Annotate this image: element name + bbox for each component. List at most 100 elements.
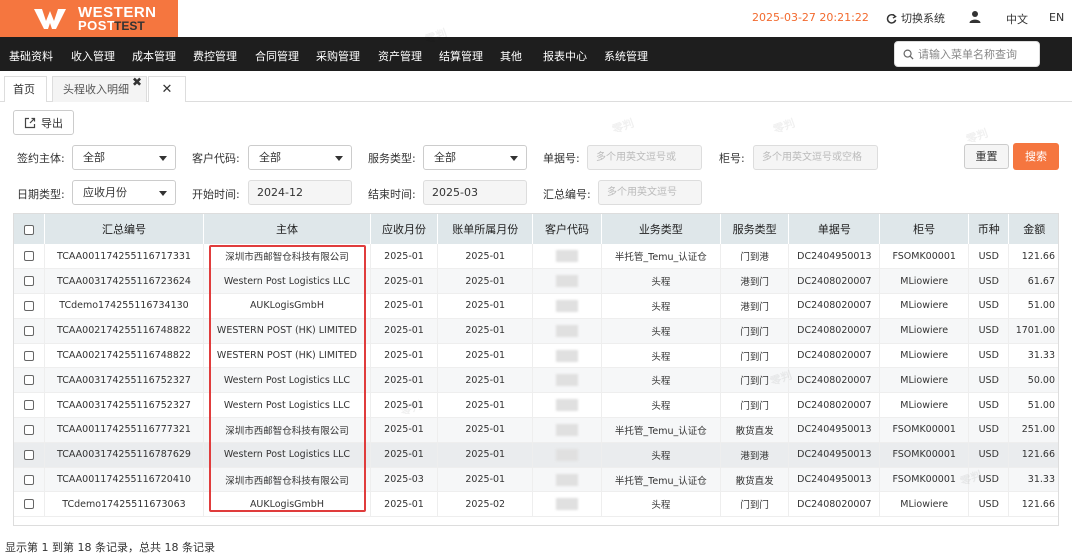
select-all-cell[interactable] [14,214,45,244]
summary-no-label: 汇总编号: [543,188,591,201]
row-checkbox-cell[interactable] [14,268,45,295]
table-row[interactable]: TCdemo17425511673063 AUKLogisGmbH 2025-01 2… [14,491,1058,518]
nav-item-basic-data[interactable]: 基础资料 [9,48,53,64]
row-checkbox-cell[interactable] [14,343,45,369]
table-row[interactable]: TCAA003174255116723624 Western Post Logis… [14,268,1058,295]
col-subject[interactable]: 主体 [203,214,371,244]
col-business-type[interactable]: 业务类型 [601,214,721,244]
nav-item-settlement[interactable]: 结算管理 [439,48,483,64]
row-checkbox[interactable] [23,499,34,510]
container-input[interactable]: 多个用英文逗号或空格 [753,145,878,170]
select-all-checkbox[interactable] [23,224,34,235]
row-checkbox[interactable] [23,300,34,311]
cell-container-no: FSOMK00001 [879,442,970,468]
table-row[interactable]: TCAA002174255116748822 WESTERN POST (HK) … [14,343,1058,369]
tab-first-leg-income[interactable]: 头程收入明细 ✖ [52,75,147,102]
menu-search-input[interactable] [918,47,1038,61]
row-checkbox-cell[interactable] [14,293,45,319]
col-container-no[interactable]: 柜号 [879,214,970,244]
date-type-label: 日期类型: [17,188,65,201]
summary-no-input[interactable]: 多个用英文逗号 [598,180,702,205]
row-checkbox-cell[interactable] [14,392,45,419]
row-checkbox[interactable] [23,276,34,287]
nav-item-income[interactable]: 收入管理 [71,48,115,64]
cell-business-type: 半托管_Temu_认证仓 [601,417,721,443]
nav-item-cost[interactable]: 成本管理 [132,48,176,64]
nav-item-reports[interactable]: 报表中心 [543,48,587,64]
col-summary-no[interactable]: 汇总编号 [44,214,205,244]
col-doc-no[interactable]: 单据号 [788,214,881,244]
table-row[interactable]: TCAA001174255116717331 深圳市西邮智仓科技有限公司 2025-… [14,244,1058,270]
col-service-type[interactable]: 服务类型 [720,214,790,244]
row-checkbox[interactable] [23,350,34,361]
row-checkbox-cell[interactable] [14,442,45,468]
reset-button[interactable]: 重置 [964,144,1009,169]
date-type-select[interactable]: 应收月份 [72,180,176,205]
row-checkbox[interactable] [23,325,34,336]
row-checkbox-cell[interactable] [14,244,45,270]
col-amount[interactable]: 金额 [1008,214,1058,244]
row-checkbox[interactable] [23,400,34,411]
table-row[interactable]: TCAA003174255116752327 Western Post Logis… [14,367,1058,394]
end-time-input[interactable]: 2025-03 [423,180,527,205]
nav-item-assets[interactable]: 资产管理 [378,48,422,64]
row-checkbox-cell[interactable] [14,367,45,394]
row-checkbox[interactable] [23,474,34,485]
doc-no-input[interactable]: 多个用英文逗号或 [587,145,702,170]
menu-search-box[interactable] [894,41,1040,67]
nav-item-other[interactable]: 其他 [500,48,522,64]
row-checkbox[interactable] [23,449,34,460]
row-checkbox[interactable] [23,251,34,262]
start-time-input[interactable]: 2024-12 [248,180,352,205]
search-button[interactable]: 搜索 [1013,143,1059,170]
row-checkbox[interactable] [23,375,34,386]
cell-doc-no: DC2404950013 [788,417,881,443]
table-row[interactable]: TCAA003174255116787629 Western Post Logis… [14,442,1058,468]
close-all-tabs-button[interactable]: ✕ [148,76,186,102]
date-type-value: 应收月份 [83,186,127,199]
col-currency[interactable]: 币种 [968,214,1010,244]
cell-service-type: 门到门 [720,367,790,394]
col-bill-month[interactable]: 账单所属月份 [437,214,534,244]
cell-bill-month: 2025-01 [437,392,534,419]
nav-item-purchase[interactable]: 采购管理 [316,48,360,64]
col-receivable-month[interactable]: 应收月份 [370,214,439,244]
switch-system-button[interactable]: 切换系统 [886,10,945,26]
row-checkbox-cell[interactable] [14,417,45,443]
customer-code-select[interactable]: 全部 [248,145,352,170]
table-row[interactable]: TCAA001174255116777321 深圳市西邮智仓科技有限公司 2025-… [14,417,1058,443]
cell-customer-code [532,467,602,493]
cell-summary-no: TCAA003174255116723624 [44,268,205,295]
sign-subject-select[interactable]: 全部 [72,145,176,170]
row-checkbox-cell[interactable] [14,467,45,493]
col-customer-code[interactable]: 客户代码 [532,214,602,244]
cell-currency: USD [968,268,1010,295]
tab-close-icon[interactable]: ✖ [132,69,142,95]
row-checkbox[interactable] [23,424,34,435]
user-icon[interactable] [968,10,982,24]
table-header-row: 汇总编号 主体 应收月份 账单所属月份 客户代码 业务类型 服务类型 单据号 柜… [14,214,1058,244]
service-type-label: 服务类型: [368,152,416,165]
table-row[interactable]: TCAA001174255116720410 深圳市西邮智仓科技有限公司 2025-… [14,467,1058,493]
cell-subject: AUKLogisGmbH [203,491,371,518]
nav-item-contract[interactable]: 合同管理 [255,48,299,64]
cell-subject: 深圳市西邮智仓科技有限公司 [203,467,371,493]
row-checkbox-cell[interactable] [14,491,45,518]
switch-system-label: 切换系统 [901,12,945,25]
cell-subject: AUKLogisGmbH [203,293,371,319]
table-row[interactable]: TCAA003174255116752327 Western Post Logis… [14,392,1058,419]
cell-receivable-month: 2025-01 [370,268,439,295]
table-row[interactable]: TCAA002174255116748822 WESTERN POST (HK) … [14,318,1058,344]
cell-amount: 51.00 [1008,293,1058,319]
tab-home[interactable]: 首页 [4,76,47,102]
nav-item-expense-control[interactable]: 费控管理 [193,48,237,64]
service-type-select[interactable]: 全部 [423,145,527,170]
cell-customer-code [532,367,602,394]
cell-amount: 31.33 [1008,343,1058,369]
table-row[interactable]: TCdemo174255116734130 AUKLogisGmbH 2025-01… [14,293,1058,319]
lang-en-button[interactable]: EN [1049,11,1064,24]
export-button[interactable]: 导出 [13,110,74,135]
row-checkbox-cell[interactable] [14,318,45,344]
nav-item-system[interactable]: 系统管理 [604,48,648,64]
lang-zh-button[interactable]: 中文 [1006,11,1028,27]
